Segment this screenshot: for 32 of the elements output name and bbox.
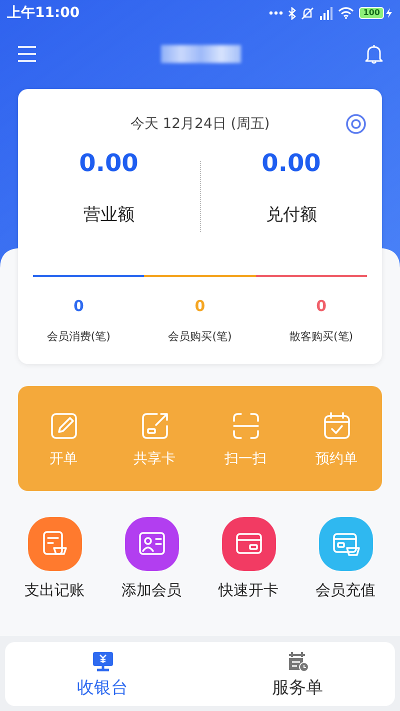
count-label: 会员消费(笔): [46, 329, 110, 344]
charging-icon: [386, 8, 392, 18]
date-label: 今天 12月24日 (周五): [130, 115, 270, 133]
count-value: 0: [316, 297, 327, 315]
count-value: 0: [73, 297, 84, 315]
feature-button[interactable]: 支出记账: [6, 517, 103, 613]
tab[interactable]: 服务单: [200, 642, 395, 706]
wifi-icon: [338, 7, 354, 19]
bell-icon[interactable]: [364, 44, 384, 64]
amount-value: 0.00: [79, 149, 138, 177]
feature-button[interactable]: 添加会员: [103, 517, 200, 613]
feature-label: 添加会员: [122, 581, 182, 600]
cashier-icon: [90, 650, 114, 672]
feature-button[interactable]: 会员充值: [297, 517, 394, 613]
bluetooth-icon: [288, 6, 296, 20]
count-label: 散客购买(笔): [290, 329, 354, 344]
amount-label: 兑付额: [266, 204, 317, 226]
amount-value: 0.00: [262, 149, 321, 177]
amount-label: 营业额: [83, 204, 134, 226]
feature-label: 快速开卡: [218, 581, 278, 600]
count-value: 0: [194, 297, 206, 315]
feature-button[interactable]: 快速开卡: [200, 517, 297, 613]
menu-icon[interactable]: [17, 45, 37, 63]
feature-label: 会员充值: [316, 581, 376, 600]
tab[interactable]: 收银台: [5, 642, 200, 706]
more-icon: [269, 11, 284, 15]
feature-label: 支出记账: [24, 581, 84, 600]
battery-icon: 100: [359, 7, 384, 19]
muted-bell-icon: [301, 6, 314, 20]
clock: 上午11:00: [7, 4, 80, 22]
count-label: 会员购买(笔): [168, 329, 232, 344]
signal-icon: [319, 6, 334, 20]
